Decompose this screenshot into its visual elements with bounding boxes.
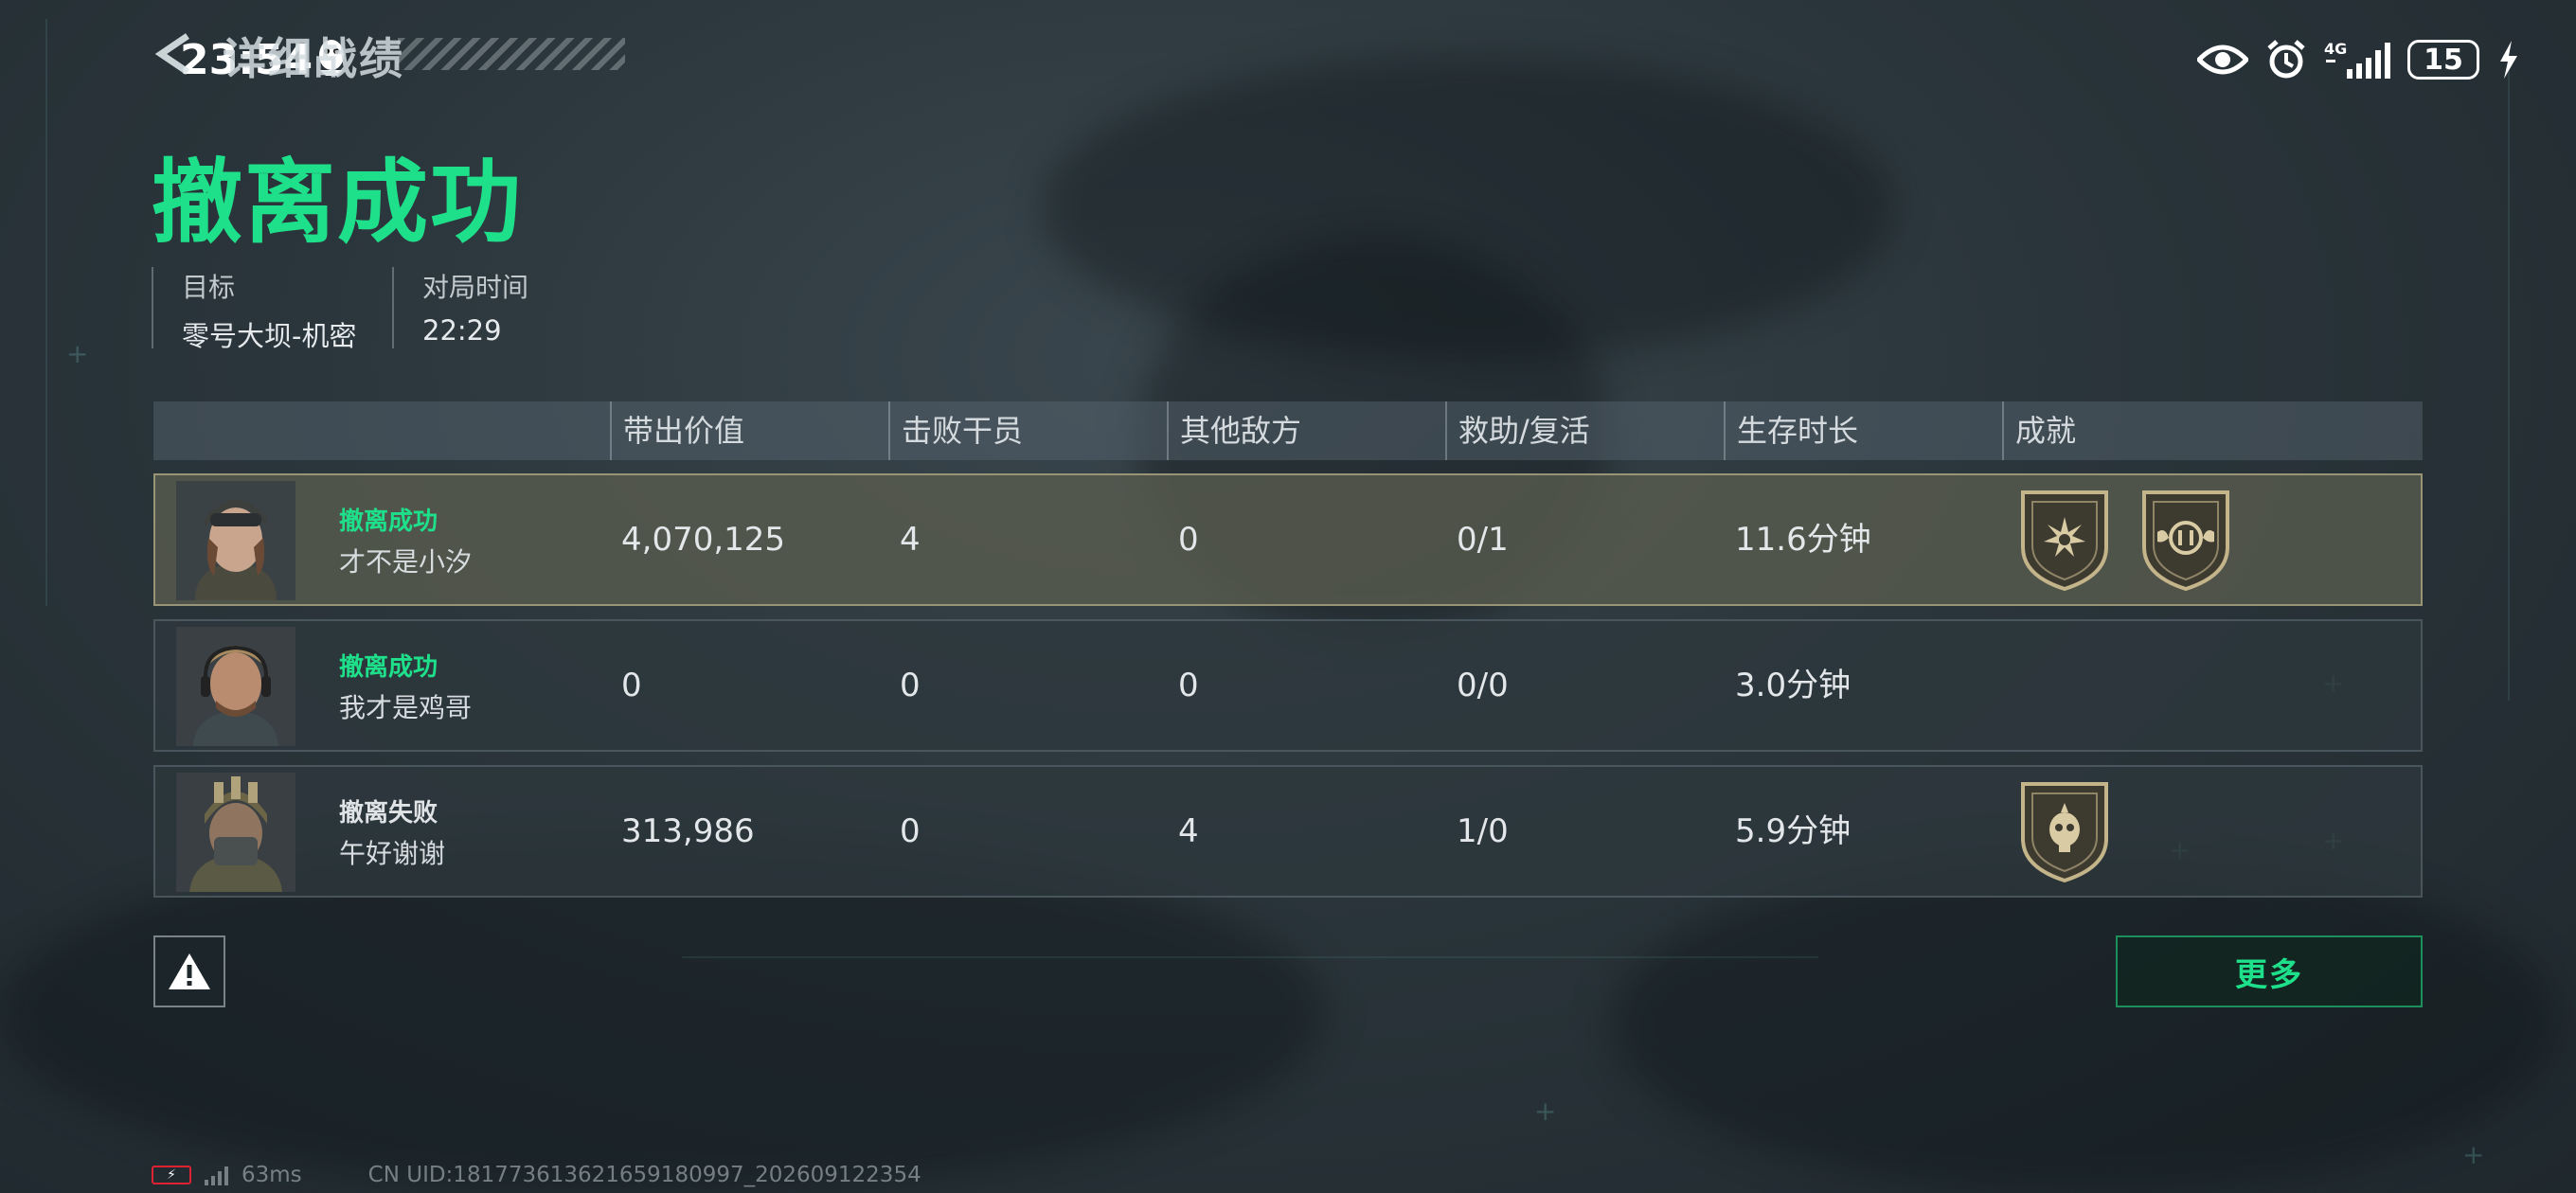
kills-cell: 0 (900, 812, 921, 850)
value-cell: 0 (621, 667, 642, 704)
value-cell: 4,070,125 (621, 521, 786, 559)
player-name: 午好谢谢 (339, 838, 446, 869)
other-enemies-cell: 0 (1178, 667, 1199, 704)
sunburst-badge-icon[interactable] (2017, 489, 2112, 591)
survival-time-cell: 5.9分钟 (1735, 812, 1852, 850)
extraction-status: 撤离失败 (339, 799, 438, 828)
scoreboard-table: 带出价值 击败干员 其他敌方 救助/复活 生存时长 成就 撤离成功 才不是小汐 … (153, 401, 2423, 898)
assist-revive-cell: 1/0 (1457, 812, 1509, 850)
winged-coin-badge-icon[interactable] (2138, 489, 2233, 591)
match-time-value: 22:29 (422, 314, 502, 347)
svg-text:4G: 4G (2324, 40, 2347, 58)
other-enemies-cell: 0 (1178, 521, 1199, 559)
extraction-status: 撤离成功 (339, 653, 438, 682)
assist-revive-cell: 0/0 (1457, 667, 1509, 704)
page-title: 详细战绩 (223, 33, 404, 84)
table-header: 带出价值 击败干员 其他敌方 救助/复活 生存时长 成就 (153, 401, 2423, 460)
header-stripe-decoration (398, 38, 625, 70)
signal-strength-icon (205, 1165, 228, 1185)
table-row[interactable]: 撤离失败 午好谢谢 313,986 0 4 1/0 5.9分钟 (153, 765, 2423, 898)
extraction-result-title: 撤离成功 (152, 150, 523, 256)
table-row[interactable]: 撤离成功 我才是鸡哥 0 0 0 0/0 3.0分钟 (153, 619, 2423, 752)
target-label: 目标 (182, 272, 236, 303)
column-header-other-enemies: 其他敌方 (1167, 401, 1301, 460)
eye-icon (2197, 41, 2248, 79)
match-time-label: 对局时间 (422, 272, 529, 303)
alarm-icon (2265, 39, 2307, 80)
other-enemies-cell: 4 (1178, 812, 1199, 850)
column-header-kills: 击败干员 (888, 401, 1023, 460)
footer-status: ⚡ 63ms CN UID:18177361362165918099​7_202… (152, 1163, 921, 1187)
column-header-survival-time: 生存时长 (1724, 401, 1858, 460)
report-button[interactable] (153, 935, 225, 1007)
ping-value: 63ms (242, 1163, 302, 1187)
player-name: 才不是小汐 (339, 546, 473, 578)
avatar (176, 627, 295, 746)
warning-icon (169, 953, 210, 989)
low-battery-icon: ⚡ (152, 1166, 191, 1184)
avatar (176, 481, 295, 600)
kills-cell: 4 (900, 521, 921, 559)
column-header-achievements: 成就 (2002, 401, 2076, 460)
kills-cell: 0 (900, 667, 921, 704)
user-uid: CN UID:18177361362165918099​7_2026091223… (367, 1163, 921, 1187)
column-header-value: 带出价值 (610, 401, 744, 460)
target-value: 零号大坝-机密 (182, 320, 357, 352)
avatar (176, 773, 295, 892)
match-time-info: 对局时间 22:29 (392, 267, 528, 348)
value-cell: 313,986 (621, 812, 755, 850)
column-header-assist-revive: 救助/复活 (1445, 401, 1590, 460)
back-arrow-icon[interactable] (152, 30, 199, 78)
cellular-signal-icon: 4G (2324, 39, 2390, 80)
assist-revive-cell: 0/1 (1457, 521, 1509, 559)
more-button[interactable]: 更多 (2116, 935, 2423, 1007)
charging-icon (2496, 39, 2519, 80)
survival-time-cell: 11.6分钟 (1735, 521, 1871, 559)
table-row[interactable]: 撤离成功 才不是小汐 4,070,125 4 0 0/1 11.6分钟 (153, 473, 2423, 606)
survival-time-cell: 3.0分钟 (1735, 667, 1852, 704)
target-info: 目标 零号大坝-机密 (152, 267, 356, 352)
battery-indicator: 15 (2407, 40, 2479, 80)
extraction-status: 撤离成功 (339, 507, 438, 536)
skull-badge-icon[interactable] (2017, 780, 2112, 882)
player-name: 我才是鸡哥 (339, 692, 473, 723)
